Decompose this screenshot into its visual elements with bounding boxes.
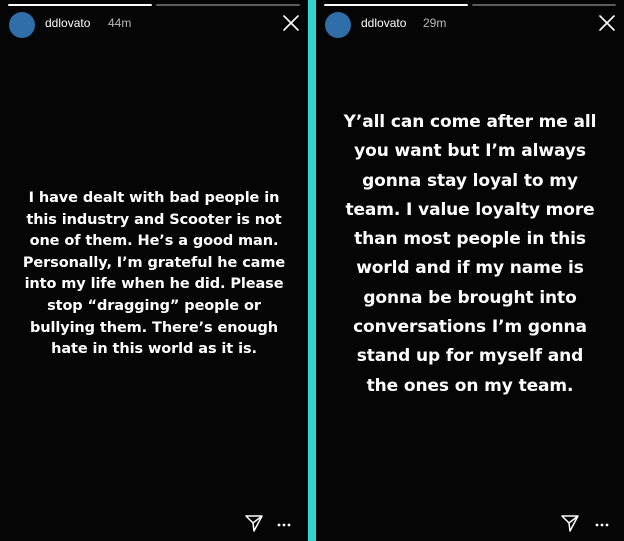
send-icon[interactable] — [244, 513, 264, 533]
story-text: I have dealt with bad people in this ind… — [22, 190, 286, 358]
story-timestamp: 44m — [108, 16, 132, 30]
more-icon[interactable] — [594, 517, 610, 533]
progress-segment — [8, 4, 152, 6]
username[interactable]: ddlovato — [45, 16, 90, 30]
avatar[interactable] — [9, 12, 35, 38]
close-icon[interactable] — [282, 14, 300, 32]
story-panel-right[interactable]: ddlovato 29m Y’all can come after me all… — [316, 0, 624, 541]
more-icon[interactable] — [276, 517, 292, 533]
story-panel-left[interactable]: ddlovato 44m I have dealt with bad peopl… — [0, 0, 308, 541]
username[interactable]: ddlovato — [361, 16, 406, 30]
progress-segment — [472, 4, 616, 6]
avatar[interactable] — [325, 12, 351, 38]
progress-segment — [324, 4, 468, 6]
story-timestamp: 29m — [423, 16, 447, 30]
send-icon[interactable] — [560, 513, 580, 533]
close-icon[interactable] — [598, 14, 616, 32]
story-text: Y’all can come after me all you want but… — [343, 112, 597, 396]
story-progress-bar — [324, 4, 616, 6]
story-progress-bar — [8, 4, 300, 6]
progress-segment — [156, 4, 300, 6]
